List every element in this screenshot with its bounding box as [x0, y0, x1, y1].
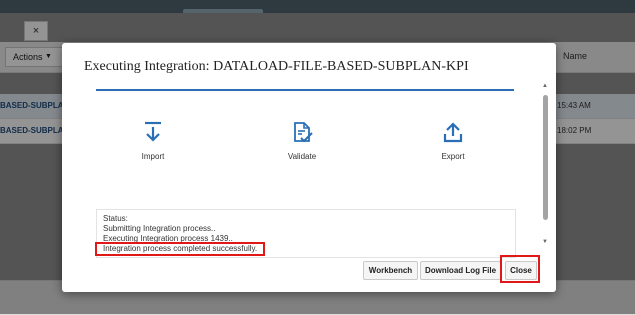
scroll-down-icon[interactable]: ▼	[542, 239, 548, 245]
step-validate-label: Validate	[287, 152, 317, 161]
dialog-title: Executing Integration: DATALOAD-FILE-BAS…	[84, 59, 469, 74]
download-log-file-button[interactable]: Download Log File	[420, 261, 501, 280]
step-import-label: Import	[141, 152, 165, 161]
close-highlight-box	[500, 255, 540, 283]
progress-line	[96, 89, 514, 91]
workbench-button[interactable]: Workbench	[363, 261, 418, 280]
success-highlight-box	[95, 242, 265, 256]
validate-icon	[294, 122, 313, 143]
status-line: Submitting Integration process..	[103, 224, 216, 233]
step-export: Export	[413, 121, 493, 161]
step-validate: Validate	[262, 121, 342, 161]
execution-dialog: Executing Integration: DATALOAD-FILE-BAS…	[62, 43, 556, 292]
scrollbar-thumb[interactable]	[543, 95, 548, 220]
import-icon	[145, 121, 161, 142]
step-export-label: Export	[441, 152, 465, 161]
step-import: Import	[113, 121, 193, 161]
scroll-up-icon[interactable]: ▲	[542, 83, 548, 89]
app-top-bar	[0, 0, 635, 13]
dialog-scrollbar[interactable]: ▲ ▼	[541, 83, 550, 249]
export-icon	[443, 122, 463, 143]
status-line: Status:	[103, 214, 128, 223]
